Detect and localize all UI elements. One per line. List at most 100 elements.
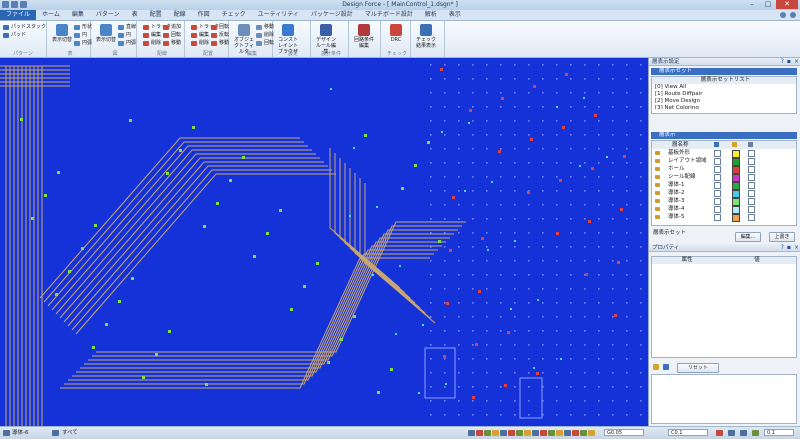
current-layer[interactable]: 導体-6 xyxy=(12,427,28,439)
ribbon-big-button[interactable]: オブジェクトフィルタ xyxy=(234,24,254,55)
tab-10[interactable]: パッケージ設計 xyxy=(305,10,359,20)
grid-icon[interactable] xyxy=(752,430,759,436)
ribbon-small-button[interactable]: 円 xyxy=(118,32,131,39)
visible-checkbox[interactable] xyxy=(714,150,721,157)
tab-2[interactable]: 編集 xyxy=(66,10,90,20)
ribbon-big-button[interactable]: 回路条件編集 xyxy=(354,24,374,49)
status-tool-icon[interactable] xyxy=(508,430,515,436)
status-tool-icon[interactable] xyxy=(476,430,483,436)
ribbon-big-button[interactable]: DRC xyxy=(386,24,406,48)
sort-icon[interactable] xyxy=(653,364,659,370)
layer-row[interactable]: 基板外形 xyxy=(652,149,796,158)
selectable-checkbox[interactable] xyxy=(748,206,755,213)
status-tool-icon[interactable] xyxy=(556,430,563,436)
ribbon-small-button[interactable]: 削除 xyxy=(143,40,161,47)
status-tool-icon[interactable] xyxy=(524,430,531,436)
pan-icon[interactable] xyxy=(740,430,747,436)
minimize-button[interactable]: – xyxy=(744,0,760,9)
status-tool-icon[interactable] xyxy=(500,430,507,436)
filter-icon[interactable] xyxy=(663,364,669,370)
reset-button[interactable]: リセット xyxy=(677,363,719,373)
layer-row[interactable]: 導体-2 xyxy=(652,189,796,198)
tab-8[interactable]: チェック xyxy=(216,10,252,20)
ribbon-small-button[interactable]: 追加 xyxy=(163,24,181,31)
layer-row[interactable]: 導体-4 xyxy=(652,205,796,214)
view-item[interactable]: [3] Net Coloring xyxy=(652,105,796,109)
view-item[interactable]: [2] Move Design xyxy=(652,98,796,105)
maximize-button[interactable]: □ xyxy=(760,0,776,9)
ribbon-small-button[interactable]: 編集 xyxy=(191,32,209,39)
tab-5[interactable]: 配置 xyxy=(144,10,168,20)
tab-9[interactable]: ユーティリティ xyxy=(252,10,305,20)
view-set-list[interactable]: 層表示セットリスト [0] View All [1] Route Diffpai… xyxy=(651,76,797,114)
ribbon-small-button[interactable]: 削除 xyxy=(191,40,209,47)
help-icon[interactable]: ? xyxy=(781,58,784,66)
snap-icon[interactable] xyxy=(716,430,723,436)
layer-row[interactable]: シール配線 xyxy=(652,173,796,182)
zoom-field[interactable]: 0.1 xyxy=(764,429,794,436)
status-tool-icon[interactable] xyxy=(580,430,587,436)
visible-checkbox[interactable] xyxy=(714,158,721,165)
tab-11[interactable]: マルチボード設計 xyxy=(359,10,419,20)
status-tool-icon[interactable] xyxy=(516,430,523,436)
visible-checkbox[interactable] xyxy=(714,198,721,205)
pin-icon[interactable]: ▪ xyxy=(787,58,791,66)
ribbon-small-button[interactable]: 円 xyxy=(74,32,87,39)
selectable-checkbox[interactable] xyxy=(748,182,755,189)
selectable-checkbox[interactable] xyxy=(748,166,755,173)
status-tool-icon[interactable] xyxy=(532,430,539,436)
layer-row[interactable]: レイアウト領域 xyxy=(652,157,796,166)
status-tool-icon[interactable] xyxy=(588,430,595,436)
layer-row[interactable]: 導体-3 xyxy=(652,197,796,206)
ribbon-small-button[interactable]: 反転 xyxy=(211,32,229,39)
ribbon-small-button[interactable]: 円弧 xyxy=(74,40,92,47)
minimize-ribbon-icon[interactable] xyxy=(790,12,796,18)
status-tool-icon[interactable] xyxy=(484,430,491,436)
layer-color-swatch[interactable] xyxy=(732,214,740,222)
status-tool-icon[interactable] xyxy=(548,430,555,436)
selection-filter[interactable]: すべて xyxy=(62,427,78,439)
grid-field[interactable]: G0.05 xyxy=(604,429,644,436)
status-tool-icon[interactable] xyxy=(468,430,475,436)
selectable-checkbox[interactable] xyxy=(748,158,755,165)
tab-0[interactable]: ファイル xyxy=(0,10,37,20)
selectable-checkbox[interactable] xyxy=(748,150,755,157)
properties-grid[interactable]: 属性 値 xyxy=(651,256,797,358)
tab-4[interactable]: 表 xyxy=(126,10,144,20)
ribbon-small-button[interactable]: 移動 xyxy=(256,24,274,31)
visible-checkbox[interactable] xyxy=(714,214,721,221)
tab-1[interactable]: ホーム xyxy=(36,10,66,20)
overwrite-button[interactable]: 上書き xyxy=(769,232,795,242)
ribbon-small-button[interactable]: 回転 xyxy=(163,32,181,39)
pin-icon[interactable]: ▪ xyxy=(787,244,791,252)
ribbon-big-button[interactable]: チェック結果表示 xyxy=(416,24,436,49)
ribbon-small-button[interactable]: 回転 xyxy=(256,40,274,47)
view-item[interactable]: [0] View All xyxy=(652,84,796,91)
layer-row[interactable]: 導体-5 xyxy=(652,213,796,222)
visible-checkbox[interactable] xyxy=(714,166,721,173)
selectable-checkbox[interactable] xyxy=(748,214,755,221)
help-icon[interactable]: ? xyxy=(781,244,784,252)
ribbon-small-button[interactable]: 円弧 xyxy=(118,40,136,47)
cursor-icon[interactable] xyxy=(728,430,735,436)
edit-button[interactable]: 編集... xyxy=(735,232,761,242)
tab-3[interactable]: パターン xyxy=(90,10,126,20)
ribbon-big-button[interactable]: デザインルール編集 xyxy=(316,24,336,55)
status-tool-icon[interactable] xyxy=(492,430,499,436)
visible-checkbox[interactable] xyxy=(714,174,721,181)
ribbon-big-button[interactable]: 表示切替 xyxy=(96,24,116,48)
coord-field[interactable]: C0.1 xyxy=(668,429,708,436)
pcb-drawing[interactable] xyxy=(0,58,648,426)
ribbon-small-button[interactable]: 編集 xyxy=(143,32,161,39)
ribbon-small-button[interactable]: 回転 xyxy=(211,24,229,31)
layer-row[interactable]: ホール xyxy=(652,165,796,174)
tab-7[interactable]: 作図 xyxy=(192,10,216,20)
close-icon[interactable]: × xyxy=(794,244,799,252)
tab-12[interactable]: 解析 xyxy=(419,10,443,20)
layer-row[interactable]: 導体-1 xyxy=(652,181,796,190)
ribbon-small-button[interactable]: 移動 xyxy=(163,40,181,47)
close-button[interactable]: ✕ xyxy=(776,0,798,9)
status-tool-icon[interactable] xyxy=(540,430,547,436)
ribbon-small-button[interactable]: パッド xyxy=(3,32,26,39)
tab-13[interactable]: 表示 xyxy=(443,10,467,20)
